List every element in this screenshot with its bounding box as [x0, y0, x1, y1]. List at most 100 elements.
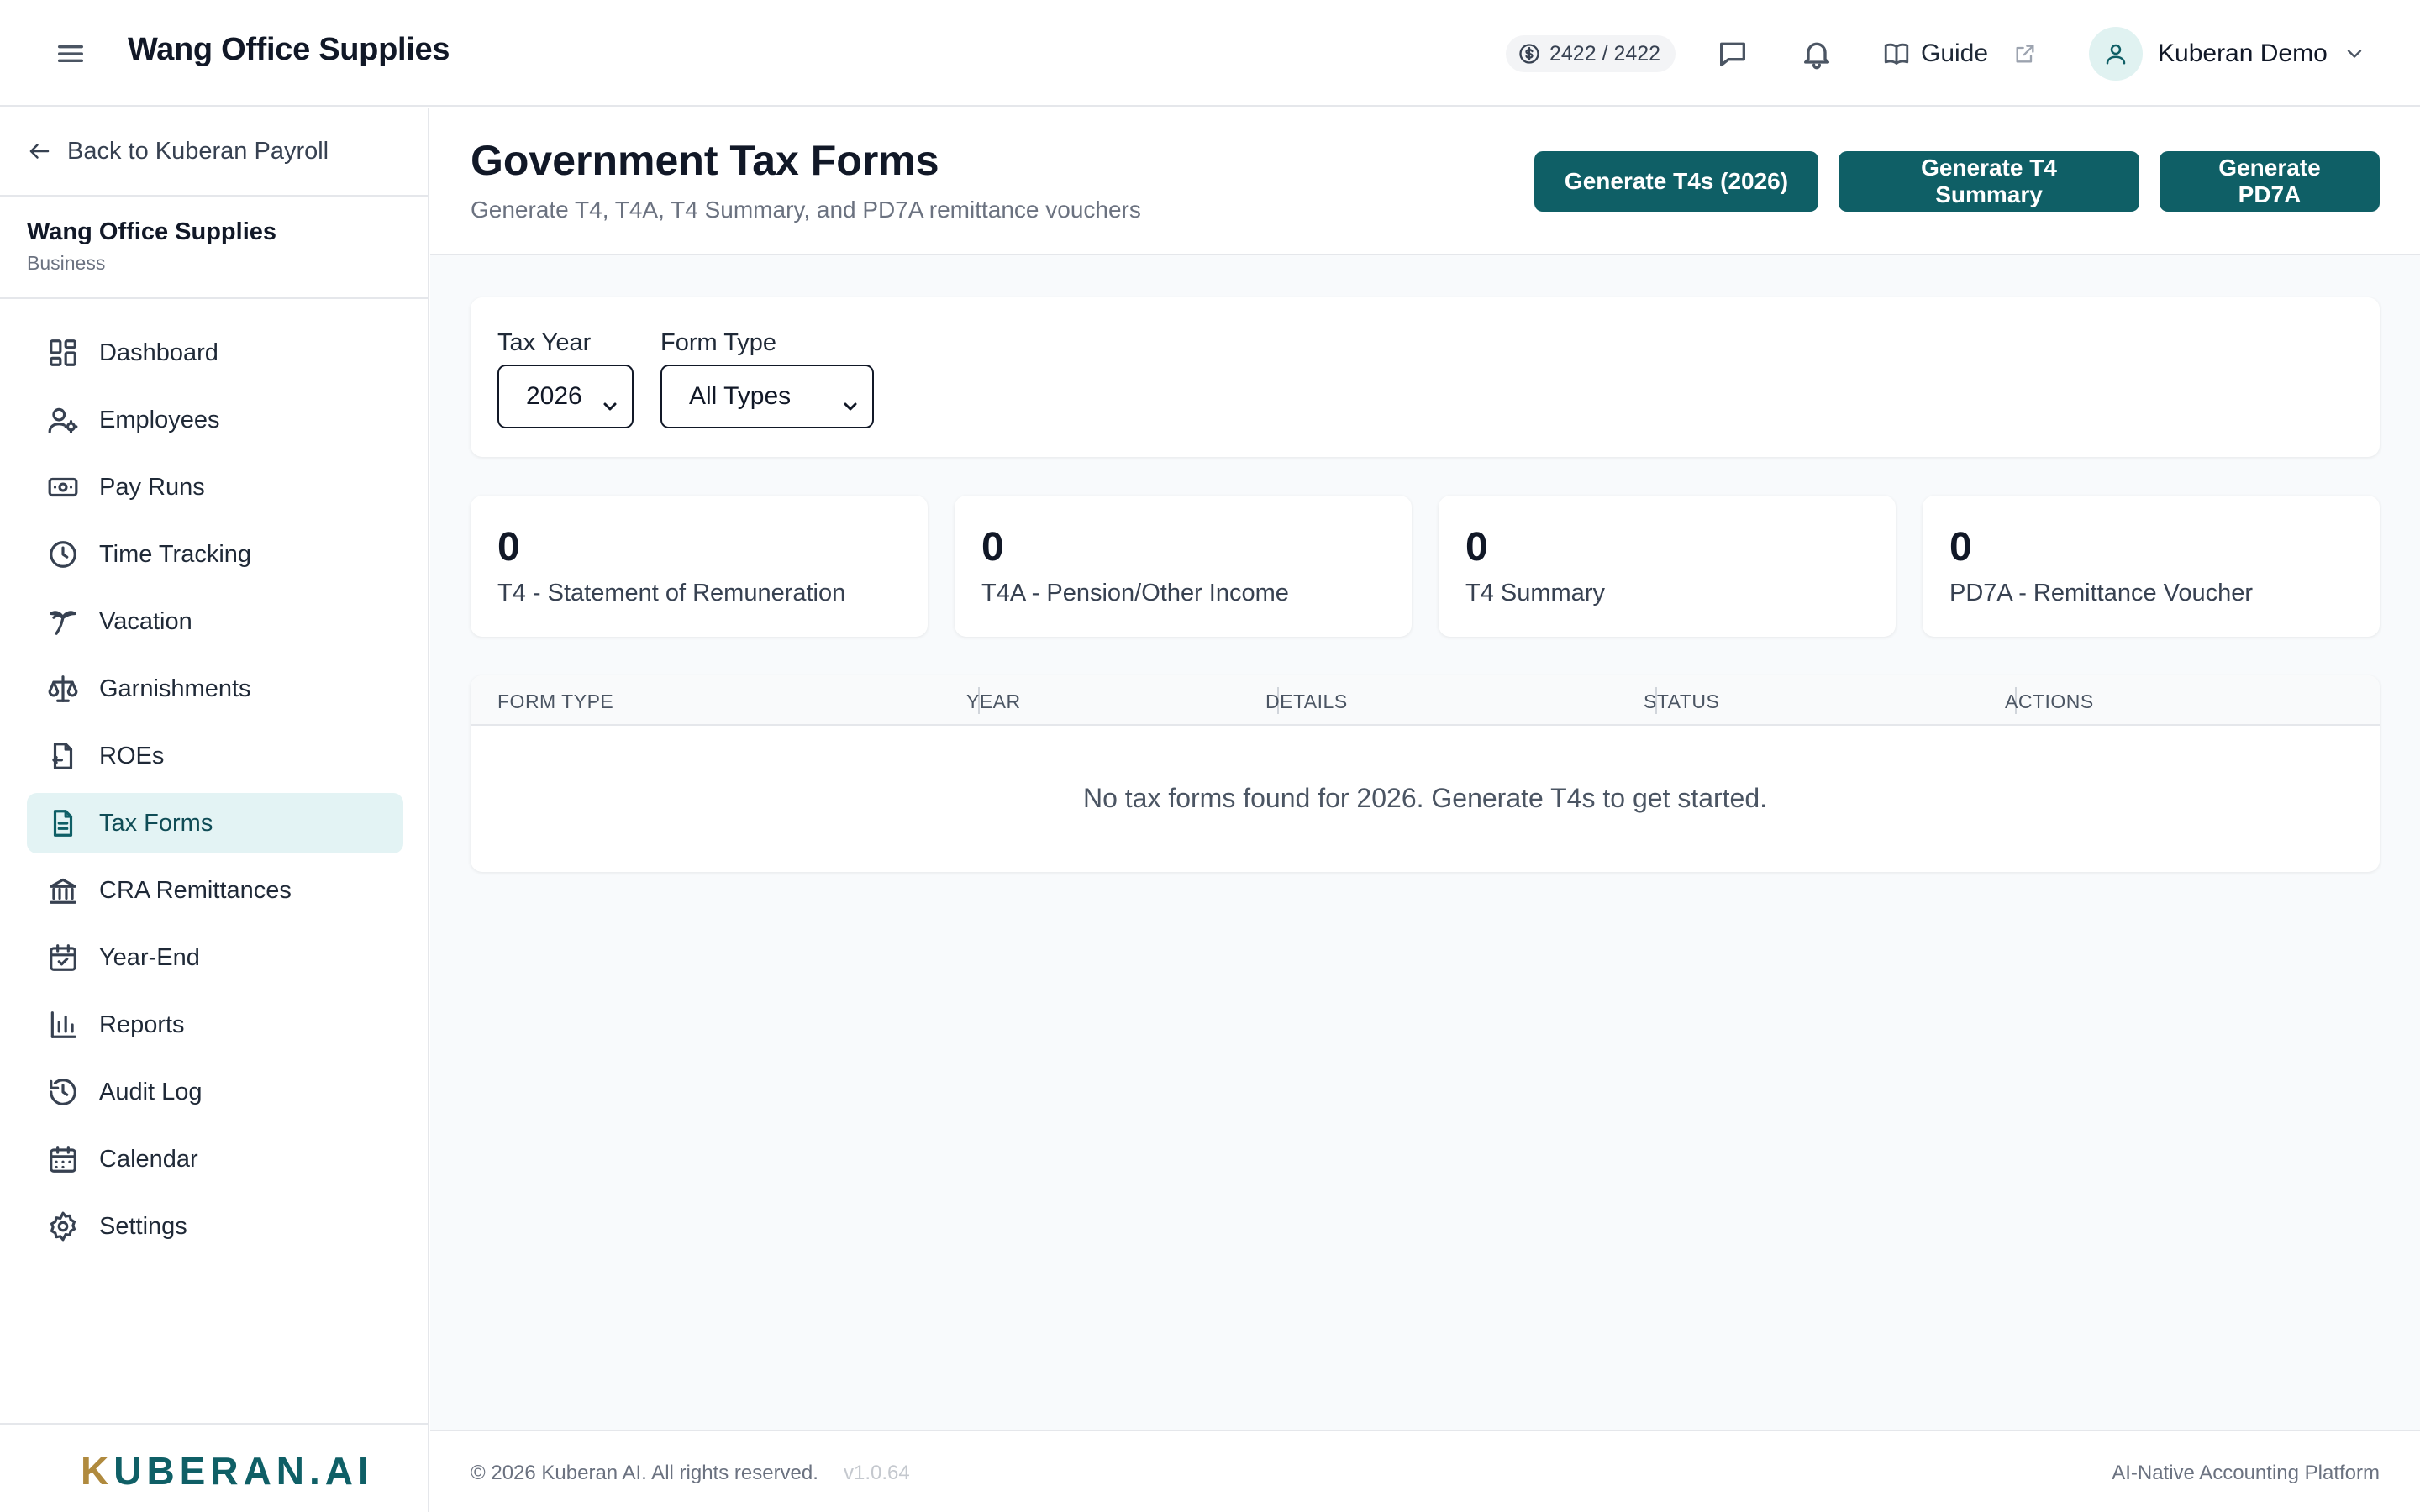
sidebar-item-time-tracking[interactable]: Time Tracking	[27, 524, 403, 585]
sidebar-item-settings[interactable]: Settings	[27, 1196, 403, 1257]
tax-forms-table: FORM TYPE YEAR DETAILS STATUS ACTIONS No…	[471, 675, 2380, 872]
stat-count: 0	[497, 525, 520, 570]
sidebar-item-audit-log[interactable]: Audit Log	[27, 1062, 403, 1122]
divider	[0, 1423, 429, 1425]
stat-card-t4-summary: 0 T4 Summary	[1439, 496, 1896, 637]
version-label: v1.0.64	[844, 1462, 910, 1484]
book-icon	[1882, 39, 1911, 68]
column-header-status[interactable]: STATUS	[1644, 690, 1719, 713]
stat-count: 0	[1949, 525, 1972, 570]
history-icon	[47, 1076, 79, 1108]
stat-count: 0	[981, 525, 1004, 570]
brand-logo: KUBERAN.AI	[81, 1449, 374, 1493]
stat-card-pd7a: 0 PD7A - Remittance Voucher	[1923, 496, 2380, 637]
table-header: FORM TYPE YEAR DETAILS STATUS ACTIONS	[471, 675, 2380, 726]
sidebar-item-label: Calendar	[99, 1145, 198, 1173]
form-type-value: All Types	[689, 382, 792, 410]
dollar-circle-icon	[1518, 42, 1541, 66]
sidebar-item-year-end[interactable]: Year-End	[27, 927, 403, 988]
credits-badge[interactable]: 2422 / 2422	[1506, 35, 1676, 72]
back-link[interactable]: Back to Kuberan Payroll	[27, 131, 329, 171]
palm-tree-icon	[47, 606, 79, 638]
sidebar-item-label: Settings	[99, 1212, 187, 1240]
file-export-icon	[47, 740, 79, 772]
sidebar-item-label: Garnishments	[99, 675, 251, 702]
generate-pd7a-button[interactable]: Generate PD7A	[2160, 151, 2380, 212]
arrow-left-icon	[27, 139, 52, 164]
bell-icon[interactable]	[1800, 37, 1833, 71]
stat-count: 0	[1465, 525, 1488, 570]
sidebar-item-tax-forms[interactable]: Tax Forms	[27, 793, 403, 853]
org-name: Wang Office Supplies	[27, 218, 277, 245]
tax-year-select[interactable]: 2026	[497, 365, 634, 428]
stat-label: T4A - Pension/Other Income	[981, 580, 1289, 606]
sidebar-item-label: Reports	[99, 1011, 185, 1038]
user-name: Kuberan Demo	[2158, 39, 2328, 67]
calendar-icon	[47, 1143, 79, 1175]
calendar-check-icon	[47, 942, 79, 974]
chat-icon[interactable]	[1716, 37, 1749, 71]
sidebar-item-label: Pay Runs	[99, 473, 205, 501]
sidebar-item-label: CRA Remittances	[99, 876, 292, 904]
sidebar-item-calendar[interactable]: Calendar	[27, 1129, 403, 1189]
external-link-icon[interactable]	[2013, 42, 2037, 66]
scale-icon	[47, 673, 79, 705]
tax-year-value: 2026	[526, 382, 582, 410]
empty-state-message: No tax forms found for 2026. Generate T4…	[1082, 783, 1768, 813]
column-header-actions: ACTIONS	[2005, 690, 2094, 712]
divider	[0, 297, 429, 299]
clock-icon	[47, 538, 79, 570]
sidebar-item-label: Year-End	[99, 943, 200, 971]
bar-chart-icon	[47, 1009, 79, 1041]
generate-t4s-button[interactable]: Generate T4s (2026)	[1534, 151, 1818, 212]
guide-link[interactable]: Guide	[1882, 35, 1988, 72]
stat-label: T4 Summary	[1465, 580, 1605, 606]
gear-icon	[47, 1210, 79, 1242]
column-header-form-type[interactable]: FORM TYPE	[497, 690, 613, 713]
sidebar-nav: Dashboard Employees Pay Runs Time Tracki…	[27, 323, 403, 1263]
sidebar-item-pay-runs[interactable]: Pay Runs	[27, 457, 403, 517]
sidebar-item-garnishments[interactable]: Garnishments	[27, 659, 403, 719]
tagline: AI-Native Accounting Platform	[2112, 1462, 2380, 1484]
column-header-year[interactable]: YEAR	[966, 690, 1021, 713]
back-label: Back to Kuberan Payroll	[67, 137, 329, 165]
sidebar-item-reports[interactable]: Reports	[27, 995, 403, 1055]
form-type-select[interactable]: All Types	[660, 365, 874, 428]
divider	[0, 195, 429, 197]
sidebar-item-label: Vacation	[99, 607, 192, 635]
dashboard-icon	[47, 337, 79, 369]
generate-t4-summary-button[interactable]: Generate T4 Summary	[1839, 151, 2139, 212]
bank-icon	[47, 874, 79, 906]
page-header: Government Tax Forms Generate T4, T4A, T…	[430, 108, 2420, 255]
user-gear-icon	[47, 404, 79, 436]
sidebar-item-label: ROEs	[99, 742, 165, 769]
user-menu[interactable]: Kuberan Demo	[2089, 27, 2366, 81]
user-icon	[2106, 44, 2126, 65]
sidebar-item-roes[interactable]: ROEs	[27, 726, 403, 786]
org-type: Business	[27, 252, 106, 274]
sidebar-item-dashboard[interactable]: Dashboard	[27, 323, 403, 383]
guide-label: Guide	[1921, 39, 1989, 67]
form-type-label: Form Type	[660, 329, 777, 356]
app-title: Wang Office Supplies	[128, 32, 450, 67]
sidebar-item-label: Employees	[99, 406, 220, 433]
top-header: Wang Office Supplies 2422 / 2422 Guide K…	[0, 0, 2420, 107]
sidebar-item-employees[interactable]: Employees	[27, 390, 403, 450]
page-subtitle: Generate T4, T4A, T4 Summary, and PD7A r…	[471, 197, 1141, 223]
credits-count: 2422 / 2422	[1549, 41, 1661, 66]
file-text-icon	[47, 807, 79, 839]
stat-card-t4: 0 T4 - Statement of Remuneration	[471, 496, 928, 637]
menu-icon[interactable]	[54, 37, 87, 71]
sidebar: Back to Kuberan Payroll Wang Office Supp…	[0, 108, 429, 1512]
sidebar-item-label: Audit Log	[99, 1078, 203, 1105]
sidebar-item-vacation[interactable]: Vacation	[27, 591, 403, 652]
page-title: Government Tax Forms	[471, 137, 939, 184]
sidebar-item-label: Dashboard	[99, 339, 218, 366]
stat-card-t4a: 0 T4A - Pension/Other Income	[955, 496, 1412, 637]
footer: © 2026 Kuberan AI. All rights reserved. …	[430, 1430, 2420, 1512]
main-content: Government Tax Forms Generate T4, T4A, T…	[430, 108, 2420, 1512]
column-header-details[interactable]: DETAILS	[1265, 690, 1348, 713]
sidebar-item-cra-remittances[interactable]: CRA Remittances	[27, 860, 403, 921]
avatar	[2089, 27, 2143, 81]
sidebar-item-label: Time Tracking	[99, 540, 252, 568]
